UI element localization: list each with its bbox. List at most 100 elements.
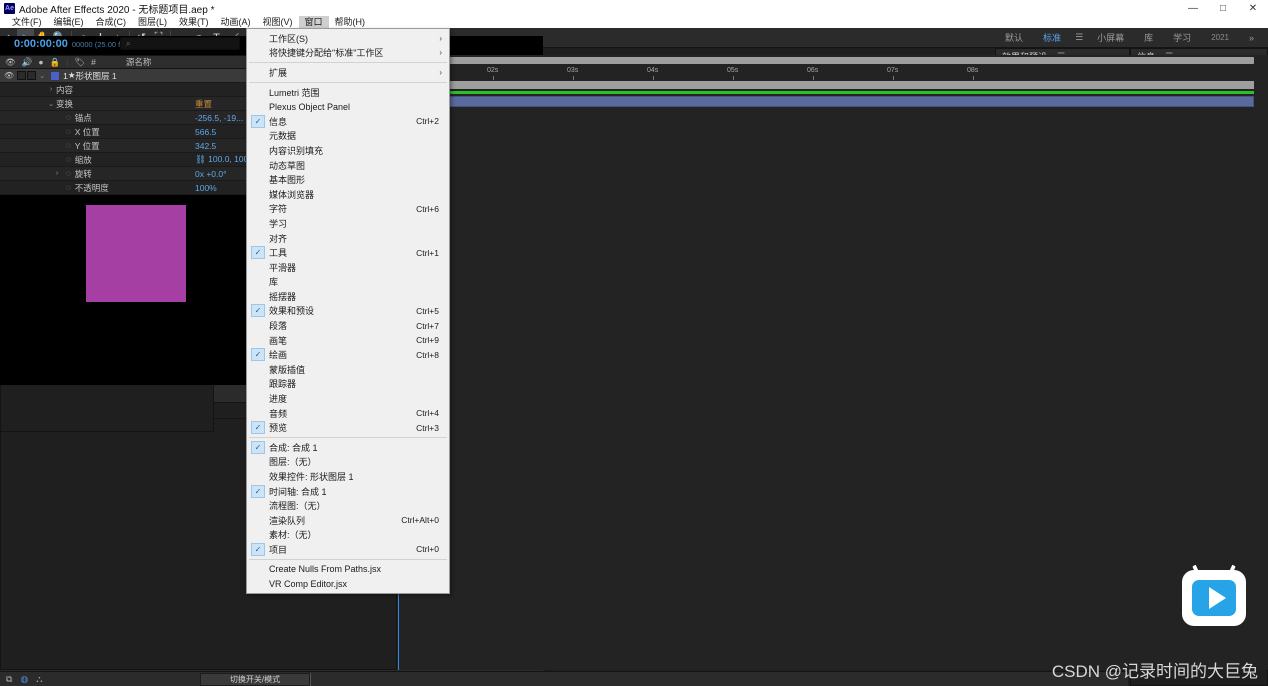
window-menu-item[interactable]: 动态草图 xyxy=(247,158,449,173)
workspace-0[interactable]: 默认 xyxy=(995,31,1033,44)
group-label-transform[interactable]: 变换 xyxy=(56,98,73,110)
close-button[interactable]: ✕ xyxy=(1238,0,1268,16)
menubar-item-7[interactable]: 窗口 xyxy=(298,16,329,28)
stopwatch-icon[interactable]: ◌ xyxy=(62,183,75,192)
current-timecode[interactable]: 0:00:00:00 xyxy=(0,38,68,50)
window-menu-item[interactable]: 跟踪器 xyxy=(247,377,449,392)
window-menu-item[interactable]: ✓ 合成: 合成 1 xyxy=(247,440,449,455)
expand-rotation-icon[interactable]: › xyxy=(52,170,62,177)
property-value[interactable]: 566.5 xyxy=(195,127,216,137)
window-menu-item[interactable]: 效果控件: 形状图层 1 xyxy=(247,469,449,484)
layer-color-swatch[interactable] xyxy=(51,71,60,80)
property-value[interactable]: 100% xyxy=(195,183,217,193)
window-menu-item[interactable]: 音频 Ctrl+4 xyxy=(247,406,449,421)
window-menu-item[interactable]: ✓ 预览 Ctrl+3 xyxy=(247,420,449,435)
menubar-item-1[interactable]: 编辑(E) xyxy=(48,16,90,28)
workspace-4[interactable]: 学习 xyxy=(1163,31,1201,44)
layer-duration-bar[interactable] xyxy=(401,96,1254,107)
window-menu-item[interactable]: 将快捷键分配给"标准"工作区 › xyxy=(247,46,449,61)
expand-layer-icon[interactable]: ⌄ xyxy=(37,72,47,80)
window-menu-item[interactable]: 画笔 Ctrl+9 xyxy=(247,333,449,348)
timeline-ruler[interactable]: 01s02s03s04s05s06s07s08s xyxy=(397,67,1268,80)
window-menu-item[interactable]: ✓ 绘画 Ctrl+8 xyxy=(247,347,449,362)
window-menu-item[interactable]: 渲染队列 Ctrl+Alt+0 xyxy=(247,513,449,528)
window-menu-item[interactable]: 平滑器 xyxy=(247,260,449,275)
property-label[interactable]: 旋转 xyxy=(75,168,92,180)
window-menu-item[interactable]: 流程图:（无） xyxy=(247,498,449,513)
window-menu-item[interactable]: 学习 xyxy=(247,216,449,231)
property-value[interactable]: 342.5 xyxy=(195,141,216,151)
frame-blend-icon[interactable]: ⧉ xyxy=(6,674,12,685)
graph-editor-icon[interactable]: ⛬ xyxy=(36,674,42,685)
workspace-menu-icon[interactable]: ☰ xyxy=(1071,32,1087,43)
menubar-item-5[interactable]: 动画(A) xyxy=(215,16,257,28)
menubar-item-4[interactable]: 效果(T) xyxy=(173,16,215,28)
timeline-search-input[interactable]: ⌕ xyxy=(120,37,240,50)
visibility-toggle-icon[interactable]: 👁 xyxy=(0,71,17,80)
expand-contents-icon[interactable]: › xyxy=(46,86,56,93)
motion-blur-icon[interactable]: ◍ xyxy=(20,674,28,685)
property-value[interactable]: 0x +0.0° xyxy=(195,169,227,179)
window-menu-item[interactable]: 摇摆器 xyxy=(247,289,449,304)
stopwatch-icon[interactable]: ◌ xyxy=(62,127,75,136)
column-source-name[interactable]: 源名称 xyxy=(102,56,152,68)
window-menu-item[interactable]: 元数据 xyxy=(247,129,449,144)
window-menu-item[interactable]: 库 xyxy=(247,275,449,290)
workspace-1[interactable]: 标准 xyxy=(1033,31,1071,44)
minimize-button[interactable]: — xyxy=(1178,0,1208,16)
solo-toggle[interactable] xyxy=(27,71,37,80)
window-menu-item[interactable]: ✓ 时间轴: 合成 1 xyxy=(247,484,449,499)
index-icon[interactable]: # xyxy=(91,57,96,67)
window-menu-item[interactable]: 媒体浏览器 xyxy=(247,187,449,202)
window-menu-item[interactable]: 图层:（无） xyxy=(247,455,449,470)
window-menu-item[interactable]: 内容识别填充 xyxy=(247,143,449,158)
layer-name[interactable]: 形状图层 1 xyxy=(76,70,117,82)
window-menu-item[interactable]: Lumetri 范围 xyxy=(247,85,449,100)
menubar-item-6[interactable]: 视图(V) xyxy=(257,16,299,28)
stopwatch-icon[interactable]: ◌ xyxy=(62,141,75,150)
window-menu-item[interactable]: ✓ 效果和预设 Ctrl+5 xyxy=(247,304,449,319)
menubar-item-8[interactable]: 帮助(H) xyxy=(329,16,372,28)
property-label[interactable]: 缩放 xyxy=(75,154,92,166)
reset-transform-button[interactable]: 重置 xyxy=(195,98,212,110)
audio-icon[interactable]: 🔊 xyxy=(22,57,33,68)
window-menu-item[interactable]: 进度 xyxy=(247,391,449,406)
workspace-5[interactable]: 2021 xyxy=(1201,33,1239,42)
collapse-transform-icon[interactable]: ⌄ xyxy=(46,100,56,108)
visibility-icon[interactable]: 👁 xyxy=(5,57,16,68)
group-label-contents[interactable]: 内容 xyxy=(56,84,73,96)
solo-icon[interactable]: ● xyxy=(38,57,43,67)
window-menu-item[interactable]: Create Nulls From Paths.jsx xyxy=(247,562,449,577)
window-menu-item[interactable]: 字符 Ctrl+6 xyxy=(247,202,449,217)
window-menu-item[interactable]: 基本图形 xyxy=(247,172,449,187)
window-menu-item[interactable]: VR Comp Editor.jsx xyxy=(247,576,449,591)
window-menu-item[interactable]: 段落 Ctrl+7 xyxy=(247,318,449,333)
window-menu-item[interactable]: ✓ 信息 Ctrl+2 xyxy=(247,114,449,129)
window-menu-item[interactable]: 工作区(S) › xyxy=(247,31,449,46)
workspace-2[interactable]: 小屏幕 xyxy=(1087,31,1134,44)
property-value[interactable]: -256.5, -19... xyxy=(195,113,243,123)
label-icon[interactable]: 🏷 xyxy=(74,57,85,68)
workspace-6[interactable]: » xyxy=(1239,33,1264,43)
property-label[interactable]: X 位置 xyxy=(75,126,100,138)
property-label[interactable]: Y 位置 xyxy=(75,140,100,152)
stopwatch-icon[interactable]: ◌ xyxy=(62,113,75,122)
property-label[interactable]: 锚点 xyxy=(75,112,92,124)
toggle-switches-modes-button[interactable]: 切换开关/模式 xyxy=(200,672,310,686)
audio-toggle[interactable] xyxy=(17,71,27,80)
workspace-3[interactable]: 库 xyxy=(1134,31,1163,44)
work-area-bar[interactable] xyxy=(401,57,1254,64)
window-menu-item[interactable]: Plexus Object Panel xyxy=(247,99,449,114)
maximize-button[interactable]: □ xyxy=(1208,0,1238,16)
menubar-item-0[interactable]: 文件(F) xyxy=(6,16,48,28)
menubar-item-2[interactable]: 合成(C) xyxy=(90,16,133,28)
window-menu-item[interactable]: 扩展 › xyxy=(247,65,449,80)
window-menu-item[interactable]: 蒙版插值 xyxy=(247,362,449,377)
window-menu-item[interactable]: 对齐 xyxy=(247,231,449,246)
window-menu-item[interactable]: 素材:（无） xyxy=(247,528,449,543)
stopwatch-icon[interactable]: ◌ xyxy=(62,169,75,178)
window-menu-item[interactable]: ✓ 工具 Ctrl+1 xyxy=(247,245,449,260)
window-menu-item[interactable]: ✓ 项目 Ctrl+0 xyxy=(247,542,449,557)
menubar-item-3[interactable]: 图层(L) xyxy=(132,16,173,28)
property-label[interactable]: 不透明度 xyxy=(75,182,109,194)
